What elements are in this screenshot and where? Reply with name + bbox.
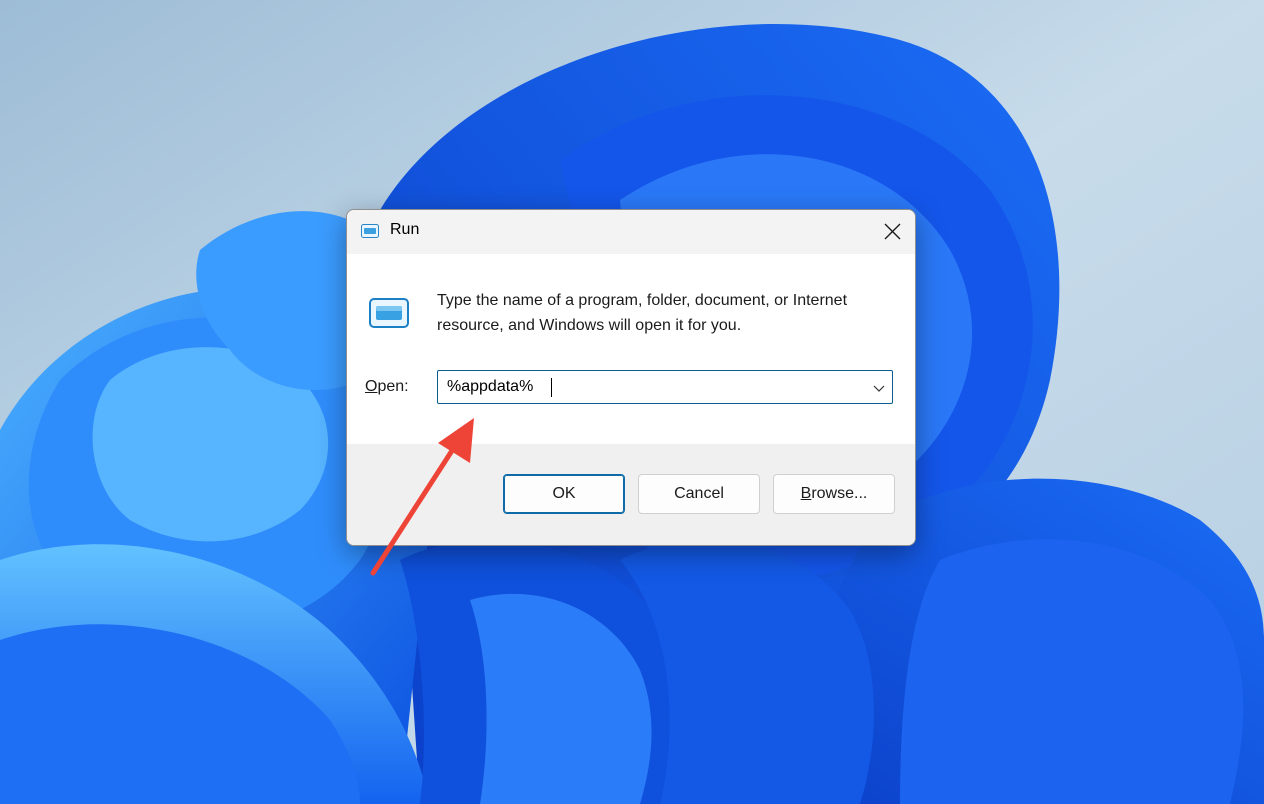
- text-cursor: [551, 378, 552, 397]
- open-combobox[interactable]: [437, 370, 893, 404]
- window-title: Run: [390, 221, 420, 238]
- close-button[interactable]: [869, 210, 915, 254]
- open-input[interactable]: [438, 371, 858, 403]
- browse-accesskey: B: [800, 485, 812, 502]
- open-label-accesskey: O: [365, 378, 378, 395]
- browse-label: rowse...: [811, 485, 868, 502]
- cancel-button[interactable]: Cancel: [638, 474, 760, 514]
- instruction-text: Type the name of a program, folder, docu…: [437, 292, 848, 334]
- browse-button[interactable]: Browse...: [773, 474, 895, 514]
- run-app-icon: [361, 224, 379, 238]
- close-icon: [884, 223, 901, 240]
- dialog-body: Type the name of a program, folder, docu…: [347, 254, 915, 444]
- chevron-down-icon[interactable]: [872, 381, 886, 395]
- run-dialog: Run Type the name of a program, folder, …: [346, 209, 916, 546]
- title-bar[interactable]: Run: [347, 210, 915, 254]
- run-app-icon: [369, 298, 409, 328]
- open-label-text: pen:: [377, 378, 409, 395]
- button-bar: OK Cancel Browse...: [347, 444, 915, 545]
- ok-button[interactable]: OK: [503, 474, 625, 514]
- open-label: Open:: [365, 378, 409, 396]
